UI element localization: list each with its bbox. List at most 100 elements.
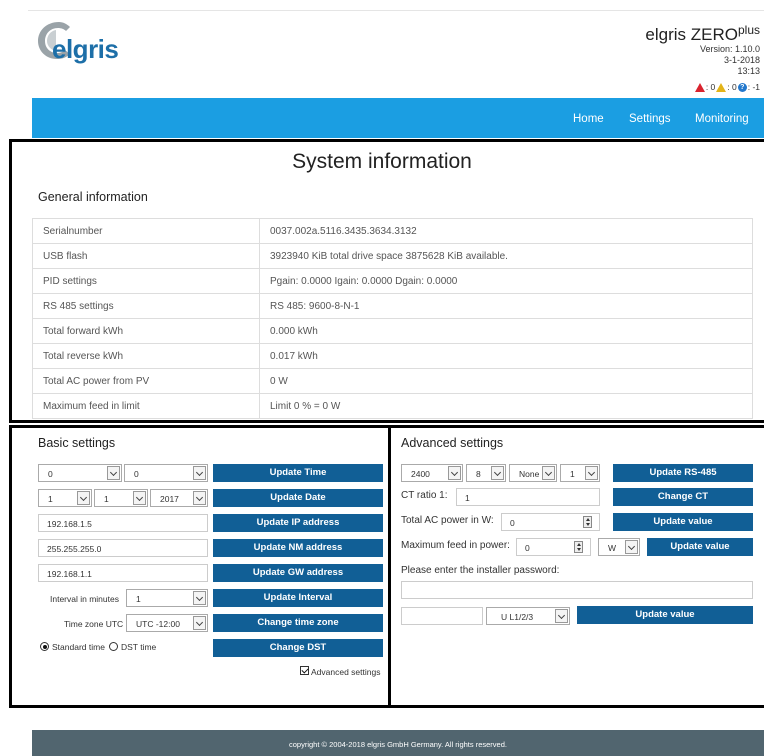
warning-count: : 0 [727,82,737,92]
password-label: Please enter the installer password: [401,565,560,576]
nav-monitoring[interactable]: Monitoring [695,113,749,125]
info-value: 3923940 KiB total drive space 3875628 Ki… [259,243,753,269]
error-count: : 0 [705,82,716,92]
info-value: 0.000 kWh [259,318,753,344]
chevron-down-icon [193,616,206,630]
netmask-value: 255.255.255.0 [47,544,102,554]
advanced-settings-title: Advanced settings [401,436,504,450]
parity-select[interactable]: None [509,464,557,482]
update-time-button[interactable]: Update Time [213,464,383,482]
databits-value: 8 [476,469,481,479]
chevron-down-icon [542,466,555,480]
baud-select[interactable]: 2400 [401,464,463,482]
table-row: Total reverse kWh 0.017 kWh [32,343,753,369]
stopbits-select[interactable]: 1 [560,464,600,482]
elgris-logo[interactable]: elgris [36,16,122,64]
update-ac-power-button[interactable]: Update value [613,513,753,531]
nav-settings[interactable]: Settings [629,113,671,125]
update-phase-button[interactable]: Update value [577,606,753,624]
header-divider [28,10,764,11]
info-value: Limit 0 % = 0 W [259,393,753,419]
general-info-table: Serialnumber 0037.002a.5116.3435.3634.313… [32,218,753,419]
feed-unit-select[interactable]: W [598,538,640,556]
minute-select[interactable]: 0 [124,464,208,482]
update-interval-button[interactable]: Update Interval [213,589,383,607]
chevron-down-icon [491,466,504,480]
phase-select[interactable]: U L1/2/3 [486,607,570,625]
year-select[interactable]: 2017 [150,489,208,507]
table-row: Serialnumber 0037.002a.5116.3435.3634.313… [32,218,753,244]
product-name-text: elgris ZERO [645,25,738,44]
info-key: USB flash [32,243,260,269]
chevron-down-icon [77,491,90,505]
advanced-settings-checkbox[interactable] [300,666,309,675]
table-row: PID settings Pgain: 0.0000 Igain: 0.0000 … [32,268,753,294]
feed-power-value: 0 [525,543,530,553]
general-info-title: General information [38,190,148,204]
ac-power-input[interactable]: 0 [501,513,600,531]
change-timezone-button[interactable]: Change time zone [213,614,383,632]
timezone-select[interactable]: UTC -12:00 [126,614,208,632]
installer-password-input[interactable] [401,581,753,599]
info-value: 0.017 kWh [259,343,753,369]
update-gw-button[interactable]: Update GW address [213,564,383,582]
spinner-icon[interactable] [574,541,583,553]
nav-home[interactable]: Home [573,113,604,125]
ac-power-label: Total AC power in W: [401,515,494,526]
feed-power-input[interactable]: 0 [516,538,591,556]
update-rs485-button[interactable]: Update RS-485 [613,464,753,482]
advanced-settings-label: Advanced settings [311,667,381,677]
chevron-down-icon [625,540,638,554]
info-key: Total forward kWh [32,318,260,344]
version-text: Version: 1.10.0 [699,44,760,54]
change-dst-button[interactable]: Change DST [213,639,383,657]
netmask-input[interactable]: 255.255.255.0 [38,539,208,557]
hour-value: 0 [48,469,53,479]
baud-value: 2400 [411,469,430,479]
update-ip-button[interactable]: Update IP address [213,514,383,532]
ct-ratio-label: CT ratio 1: [401,490,448,501]
ip-address-input[interactable]: 192.168.1.5 [38,514,208,532]
feed-power-label: Maximum feed in power: [401,540,510,551]
dst-time-radio[interactable] [109,642,118,651]
spinner-icon[interactable] [583,516,592,528]
interval-select[interactable]: 1 [126,589,208,607]
chevron-down-icon [133,491,146,505]
info-key: Total reverse kWh [32,343,260,369]
chevron-down-icon [193,591,206,605]
ac-power-value: 0 [510,518,515,528]
update-feed-power-button[interactable]: Update value [647,538,753,556]
installer-value-input[interactable] [401,607,483,625]
info-value: 0 W [259,368,753,394]
change-ct-button[interactable]: Change CT [613,488,753,506]
hour-select[interactable]: 0 [38,464,122,482]
chevron-down-icon [193,466,206,480]
table-row: Total forward kWh 0.000 kWh [32,318,753,344]
standard-time-label: Standard time [52,642,105,652]
info-value: RS 485: 9600-8-N-1 [259,293,753,319]
day-select[interactable]: 1 [38,489,92,507]
alert-counters: : 0 : 0 ? : -1 [694,82,760,92]
databits-select[interactable]: 8 [466,464,506,482]
info-key: PID settings [32,268,260,294]
dst-time-label: DST time [121,642,157,652]
chevron-down-icon [448,466,461,480]
parity-value: None [519,469,540,479]
update-nm-button[interactable]: Update NM address [213,539,383,557]
gateway-input[interactable]: 192.168.1.1 [38,564,208,582]
logo-text: elgris [52,34,119,64]
standard-time-radio[interactable] [40,642,49,651]
month-select[interactable]: 1 [94,489,148,507]
table-row: USB flash 3923940 KiB total drive space 3… [32,243,753,269]
ct-ratio-input[interactable]: 1 [456,488,600,506]
ip-address-value: 192.168.1.5 [47,519,92,529]
info-key: Total AC power from PV [32,368,260,394]
info-value: Pgain: 0.0000 Igain: 0.0000 Dgain: 0.000… [259,268,753,294]
update-date-button[interactable]: Update Date [213,489,383,507]
chevron-down-icon [585,466,598,480]
info-icon: ? [737,82,747,92]
ct-ratio-value: 1 [465,493,470,503]
day-value: 1 [48,494,53,504]
warning-triangle-icon [716,82,727,92]
table-row: Maximum feed in limit Limit 0 % = 0 W [32,393,753,419]
